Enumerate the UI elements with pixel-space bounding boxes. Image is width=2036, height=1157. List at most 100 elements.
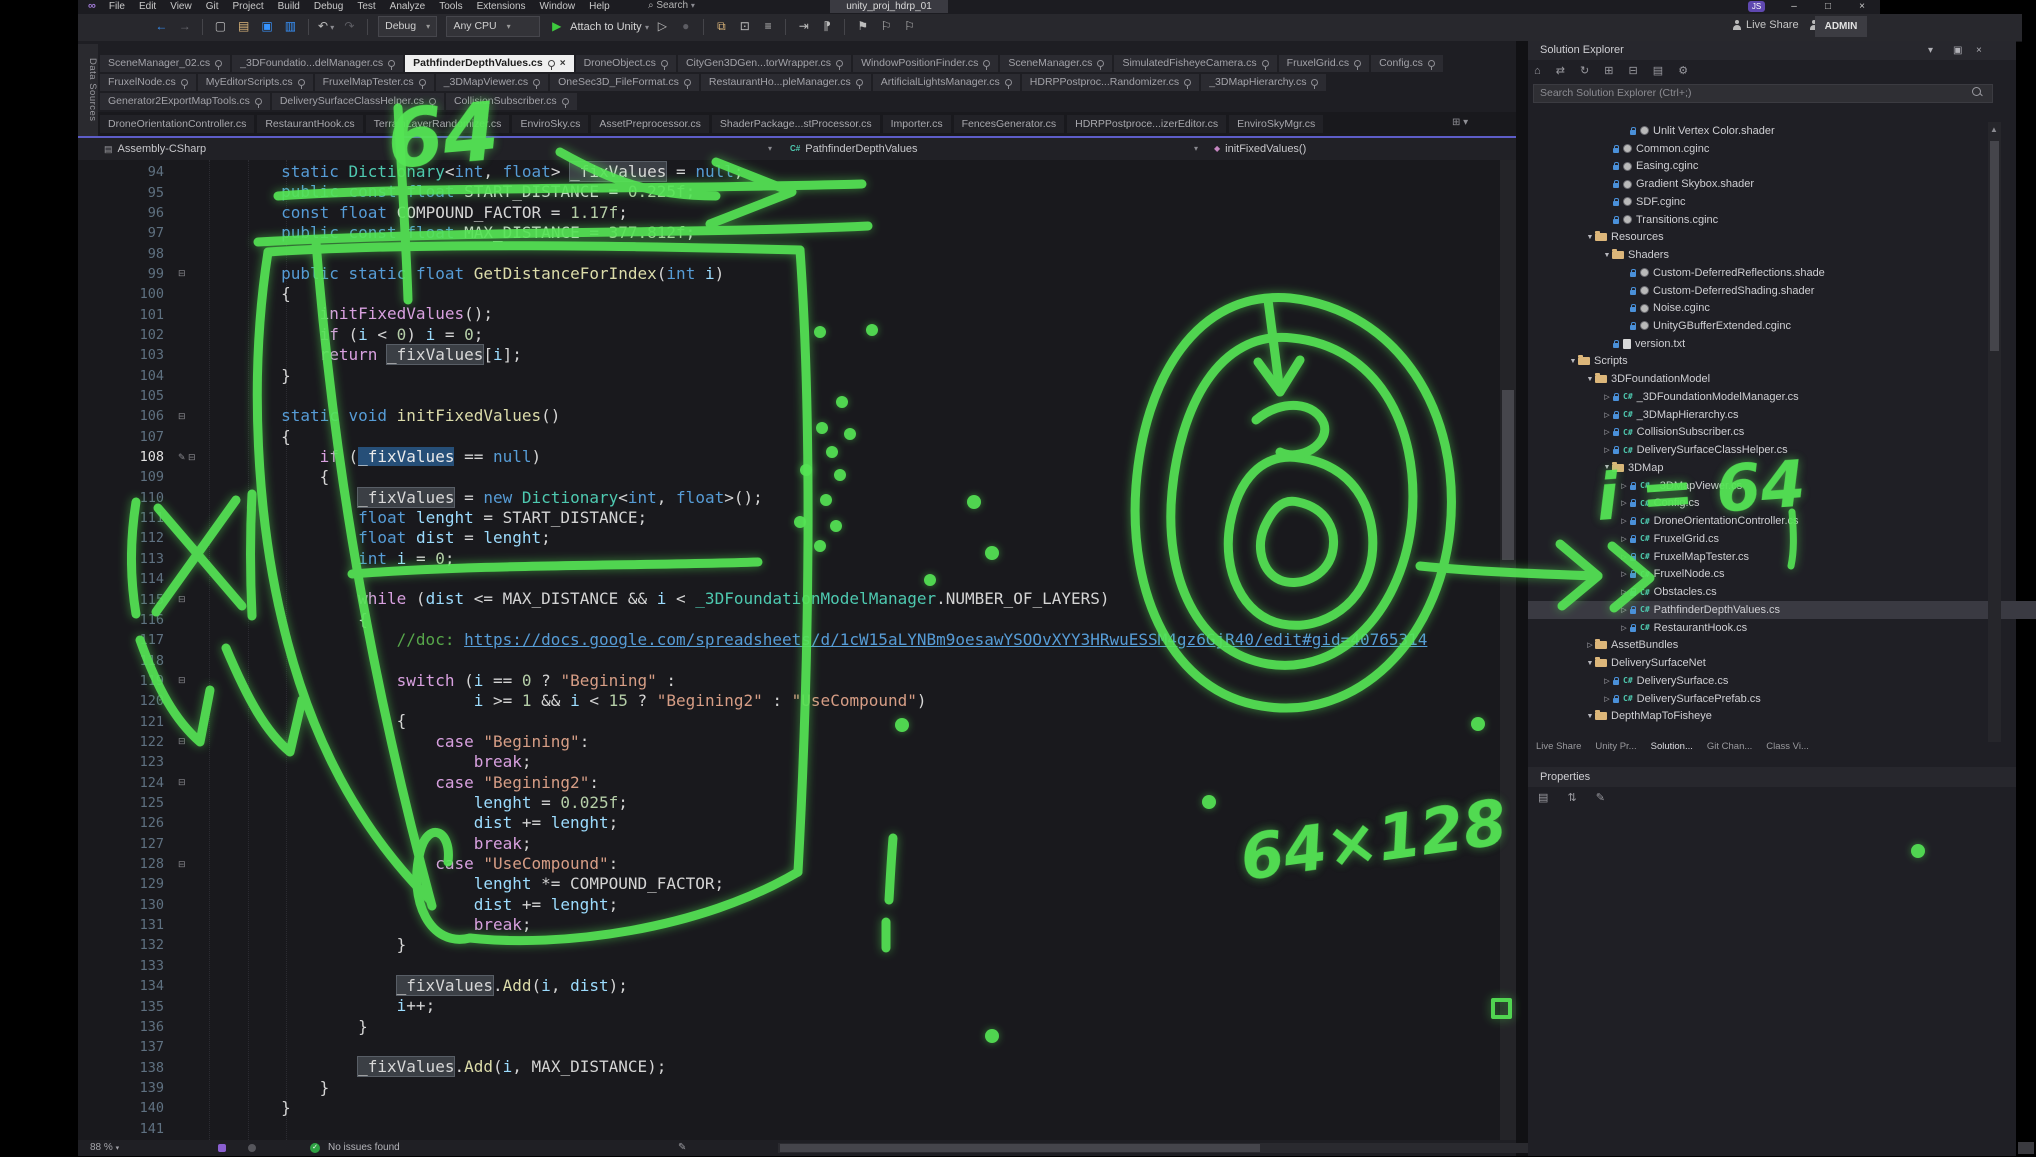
tab-fruxelgrid-cs[interactable]: FruxelGrid.cs xyxy=(1279,55,1369,72)
menu-extensions[interactable]: Extensions xyxy=(470,0,533,13)
collapsed-icon[interactable]: ▷ xyxy=(1619,535,1629,543)
pin-icon[interactable] xyxy=(856,79,863,86)
tab-pathfinderdepthvalues-cs[interactable]: PathfinderDepthValues.cs× xyxy=(405,55,573,72)
expanded-icon[interactable]: ▼ xyxy=(1585,660,1595,667)
open-file-icon[interactable]: ▤ xyxy=(234,14,254,39)
navigate-forward-icon[interactable]: → xyxy=(175,14,195,39)
solution-explorer-header[interactable]: Solution Explorer ▾ ▣ × xyxy=(1528,41,2016,60)
editor-hscrollbar-thumb[interactable] xyxy=(780,1144,1260,1152)
tab-citygen3dgen-torwrapper-cs[interactable]: CityGen3DGen...torWrapper.cs xyxy=(678,55,851,72)
fold-icon[interactable]: ⊟ xyxy=(178,268,204,279)
expanded-icon[interactable]: ▼ xyxy=(1602,464,1612,471)
tree-item-depthmaptofisheye[interactable]: ▼DepthMapToFisheye xyxy=(1528,707,2036,725)
tree-item-scripts[interactable]: ▼Scripts xyxy=(1528,353,2028,371)
panel-dropdown-icon[interactable]: ▾ xyxy=(1928,41,1933,60)
solution-search-input[interactable]: Search Solution Explorer (Ctrl+;) xyxy=(1533,84,1993,103)
code-metrics-icon[interactable] xyxy=(248,1144,256,1152)
expanded-icon[interactable]: ▼ xyxy=(1585,376,1595,383)
panel-tab-class-vi-[interactable]: Class Vi... xyxy=(1766,741,1809,759)
fold-icon[interactable]: ⊟ xyxy=(178,859,204,870)
tab-fencesgenerator-cs[interactable]: FencesGenerator.cs xyxy=(954,115,1065,133)
menu-debug[interactable]: Debug xyxy=(307,0,350,13)
tree-item-obstacles-cs[interactable]: ▷C#Obstacles.cs xyxy=(1528,583,2036,601)
tab--3dmapviewer-cs[interactable]: _3DMapViewer.cs xyxy=(436,74,548,91)
live-share-button[interactable]: Live Share xyxy=(1728,19,1823,31)
pin-icon[interactable] xyxy=(1184,79,1191,86)
tree-item-shaders[interactable]: ▼Shaders xyxy=(1528,246,2036,264)
extension-status-icon[interactable] xyxy=(218,1144,226,1152)
pin-icon[interactable] xyxy=(1005,79,1012,86)
resize-grip[interactable] xyxy=(2018,1142,2034,1154)
word-wrap-icon[interactable]: ≡ xyxy=(758,14,778,39)
bookmark-icon[interactable]: ⚑ xyxy=(853,14,873,39)
new-project-icon[interactable]: ▢ xyxy=(210,14,230,39)
code-editor[interactable]: 94 static Dictionary<int, float> _fixVal… xyxy=(78,160,1500,1140)
expanded-icon[interactable]: ▼ xyxy=(1585,234,1595,241)
collapsed-icon[interactable]: ▷ xyxy=(1602,695,1612,703)
panel-tab-git-chan-[interactable]: Git Chan... xyxy=(1707,741,1752,759)
tab-droneobject-cs[interactable]: DroneObject.cs xyxy=(576,55,676,72)
tree-item-3dfoundationmodel[interactable]: ▼3DFoundationModel xyxy=(1528,370,2036,388)
menu-test[interactable]: Test xyxy=(350,0,382,13)
pin-icon[interactable] xyxy=(1262,60,1269,67)
pin-icon[interactable] xyxy=(181,79,188,86)
close-tab-icon[interactable]: × xyxy=(560,55,566,72)
tree-item-pathfinderdepthvalues-cs[interactable]: ▷C#PathfinderDepthValues.cs xyxy=(1528,601,2036,619)
collapsed-icon[interactable]: ▷ xyxy=(1602,428,1612,436)
breadcrumb-member[interactable]: ◆ initFixedValues() xyxy=(1214,138,1306,160)
tab-config-cs[interactable]: Config.cs xyxy=(1371,55,1443,72)
tree-item-version-txt[interactable]: version.txt xyxy=(1528,335,2036,353)
collapsed-icon[interactable]: ▷ xyxy=(1619,499,1629,507)
pin-icon[interactable] xyxy=(255,98,262,105)
menu-project[interactable]: Project xyxy=(225,0,270,13)
bookmark-prev-icon[interactable]: ⚐ xyxy=(876,14,896,39)
start-without-debug-icon[interactable]: ▷ xyxy=(652,14,672,39)
tab-importer-cs[interactable]: Importer.cs xyxy=(883,115,951,133)
tab-myeditorscripts-cs[interactable]: MyEditorScripts.cs xyxy=(198,74,313,91)
admin-account-button[interactable]: ADMIN xyxy=(1815,16,1867,37)
editor-vertical-scrollbar[interactable] xyxy=(1500,160,1516,1140)
pin-icon[interactable] xyxy=(1354,60,1361,67)
tab-terrainlayerrandomizer-cs[interactable]: TerrainLayerRandomizer.cs xyxy=(366,115,510,133)
tab-overflow-icon[interactable]: ⊞ ▾ xyxy=(1452,117,1468,128)
tree-scrollbar-thumb[interactable] xyxy=(1990,141,1999,351)
tree-item-unlit-vertex-color-shader[interactable]: Unlit Vertex Color.shader xyxy=(1528,122,2036,140)
search-box[interactable]: ⌕ Search ▾ xyxy=(648,0,695,13)
close-button[interactable]: × xyxy=(1850,0,1874,13)
collapsed-icon[interactable]: ▷ xyxy=(1619,482,1629,490)
fold-icon[interactable]: ⊟ xyxy=(178,736,204,747)
tree-item-deliverysurfaceclasshelper-cs[interactable]: ▷C#DeliverySurfaceClassHelper.cs xyxy=(1528,441,2036,459)
tab-collisionsubscriber-cs[interactable]: CollisionSubscriber.cs xyxy=(446,93,577,110)
tree-item-assetbundles[interactable]: ▷AssetBundles xyxy=(1528,636,2036,654)
hot-reload-icon[interactable]: ● xyxy=(676,14,696,39)
tab-envirosky-cs[interactable]: EnviroSky.cs xyxy=(512,115,588,133)
panel-tab-solution-[interactable]: Solution... xyxy=(1651,741,1693,759)
tree-item-fruxelmaptester-cs[interactable]: ▷C#FruxelMapTester.cs xyxy=(1528,548,2036,566)
tab-restauranthook-cs[interactable]: RestaurantHook.cs xyxy=(257,115,362,133)
health-status-text[interactable]: No issues found xyxy=(328,1140,400,1156)
tab-restaurantho-plemanager-cs[interactable]: RestaurantHo...pleManager.cs xyxy=(701,74,871,91)
redo-icon[interactable]: ↷ xyxy=(339,14,359,39)
tree-item-custom-deferredshading-shader[interactable]: Custom-DeferredShading.shader xyxy=(1528,282,2036,300)
indent-icon[interactable]: ⇥ xyxy=(794,14,814,39)
tab--3dmaphierarchy-cs[interactable]: _3DMapHierarchy.cs xyxy=(1201,74,1326,91)
comment-icon[interactable]: ⁋ xyxy=(817,14,837,39)
collapsed-icon[interactable]: ▷ xyxy=(1602,446,1612,454)
menu-build[interactable]: Build xyxy=(271,0,307,13)
panel-splitter[interactable] xyxy=(1516,41,1528,1156)
tree-item-resources[interactable]: ▼Resources xyxy=(1528,228,2036,246)
tree-item-sdf-cginc[interactable]: SDF.cginc xyxy=(1528,193,2036,211)
data-sources-side-tab[interactable]: Data Sources xyxy=(78,44,98,136)
tree-item--3dmapviewer-cs[interactable]: ▷C#_3DMapViewer.cs xyxy=(1528,477,2036,495)
menu-edit[interactable]: Edit xyxy=(132,0,163,13)
tab-enviroskymgr-cs[interactable]: EnviroSkyMgr.cs xyxy=(1229,115,1323,133)
collapsed-icon[interactable]: ▷ xyxy=(1602,411,1612,419)
solution-configuration-dropdown[interactable]: Debug▾ xyxy=(378,16,437,37)
expanded-icon[interactable]: ▼ xyxy=(1585,713,1595,720)
menu-tools[interactable]: Tools xyxy=(432,0,469,13)
pin-icon[interactable] xyxy=(548,60,555,67)
find-in-files-icon[interactable]: ⧉ xyxy=(711,14,731,39)
panel-tab-unity-pr-[interactable]: Unity Pr... xyxy=(1595,741,1636,759)
tab-fruxelmaptester-cs[interactable]: FruxelMapTester.cs xyxy=(315,74,434,91)
panel-close-icon[interactable]: × xyxy=(1976,41,1982,60)
